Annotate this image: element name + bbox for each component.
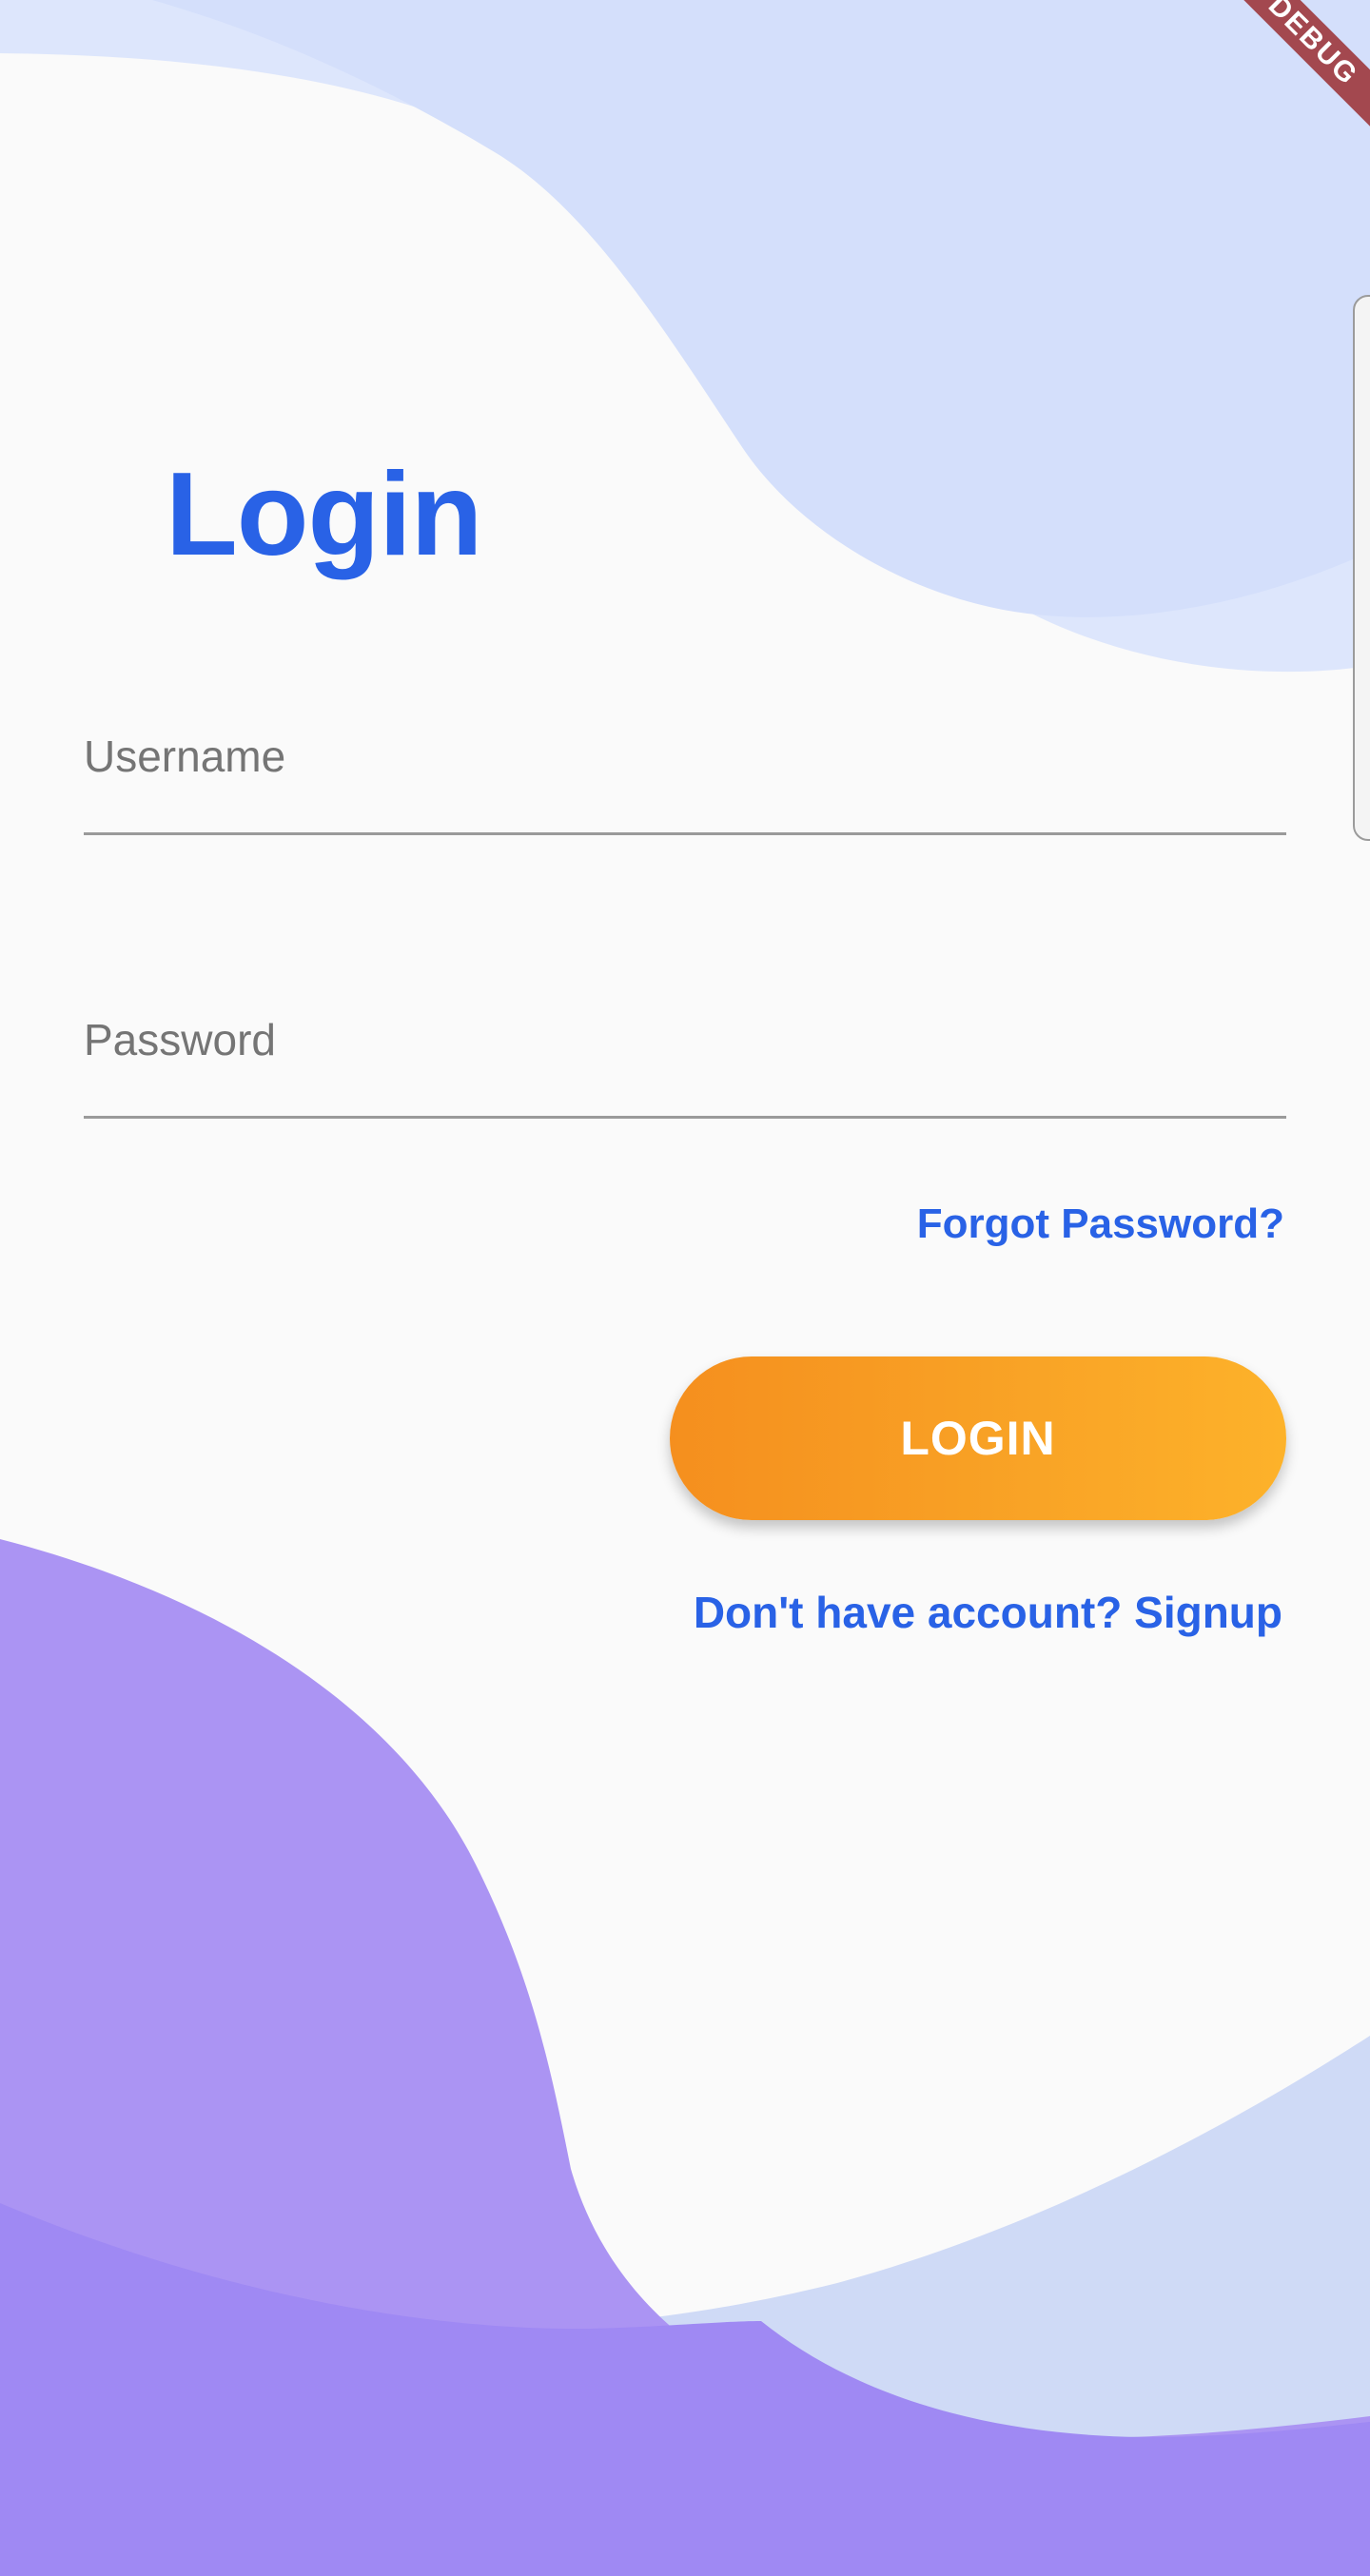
username-underline [84,832,1286,835]
login-button-label: LOGIN [900,1412,1056,1465]
password-field[interactable]: Password [84,1014,1290,1121]
password-underline [84,1116,1286,1119]
signup-link[interactable]: Don't have account? Signup [694,1587,1282,1638]
login-screen: DEBUG Login Username Password Forgot Pas… [0,0,1370,2576]
username-input[interactable] [84,731,1290,837]
page-title: Login [166,449,482,580]
username-field[interactable]: Username [84,731,1290,837]
password-input[interactable] [84,1014,1290,1121]
forgot-password-link[interactable]: Forgot Password? [917,1200,1284,1248]
background-waves [0,0,1370,2576]
edge-drawer-handle[interactable] [1353,295,1370,841]
login-button[interactable]: LOGIN [670,1356,1286,1520]
